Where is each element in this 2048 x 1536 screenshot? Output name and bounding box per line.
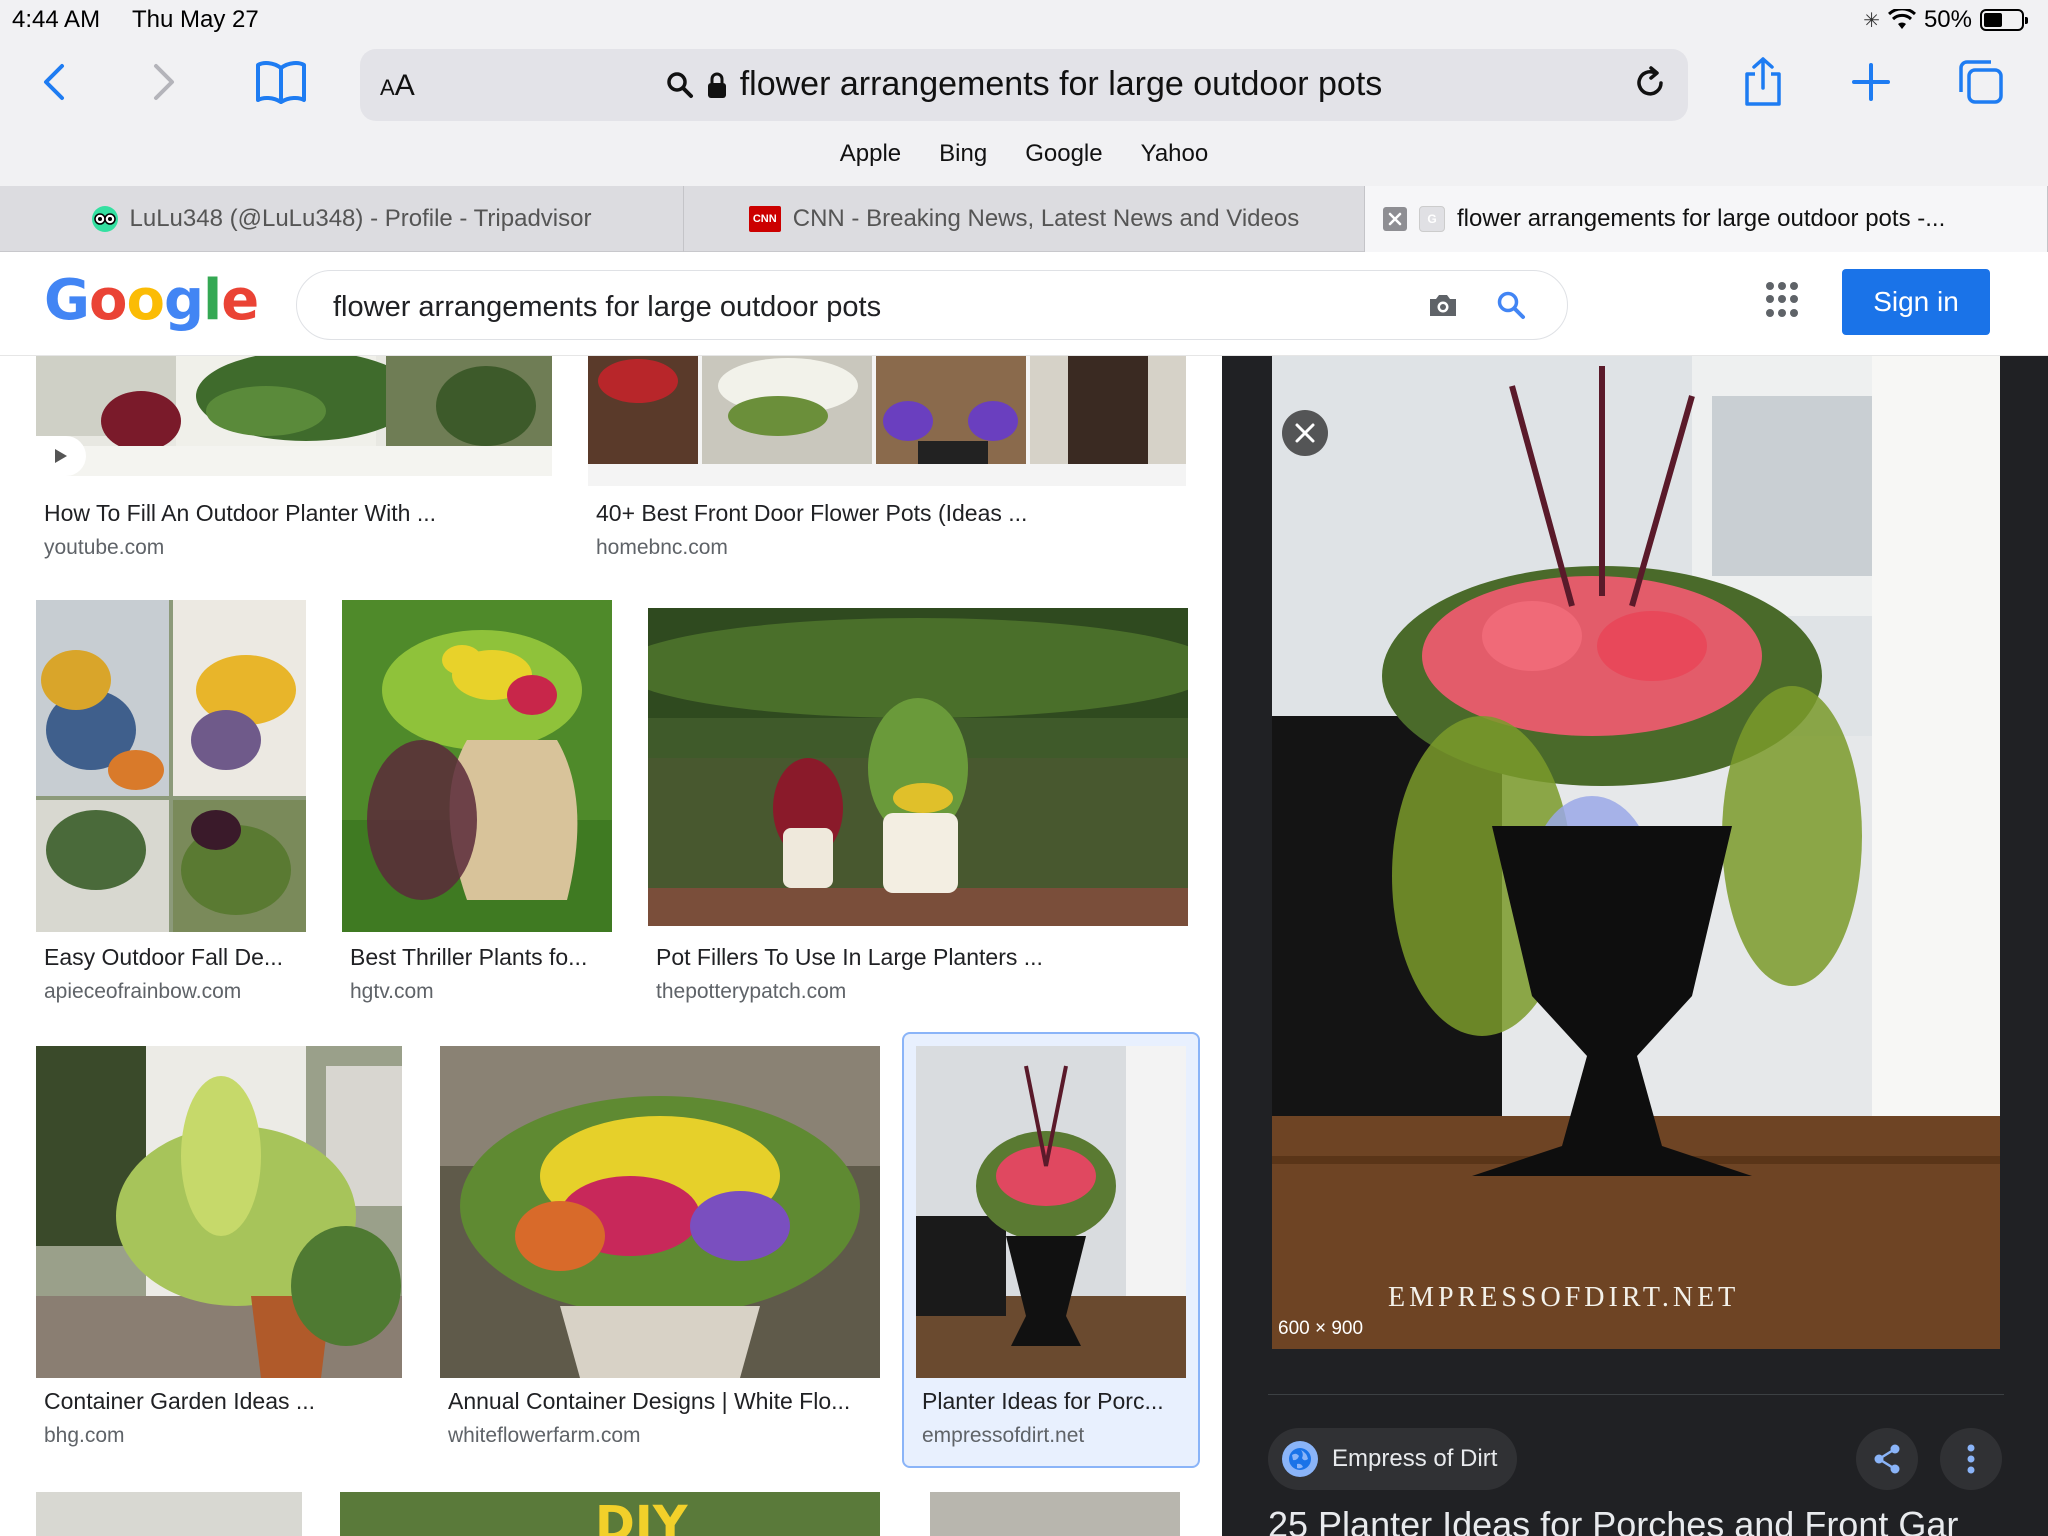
- google-logo-letter: l: [203, 268, 222, 333]
- url-text: flower arrangements for large outdoor po…: [739, 65, 1383, 103]
- result-thumbnail[interactable]: DIY: [340, 1492, 880, 1536]
- divider: [1268, 1394, 2004, 1395]
- search-input[interactable]: flower arrangements for large outdoor po…: [333, 291, 881, 324]
- result-source: empressofdirt.net: [922, 1424, 1085, 1447]
- browser-toolbar: AA flower arrangements for large outdoor…: [0, 40, 2048, 186]
- google-logo-letter: o: [88, 268, 127, 333]
- google-logo-letter: G: [44, 268, 90, 333]
- result-title[interactable]: Planter Ideas for Porc...: [922, 1388, 1164, 1415]
- status-date: Thu May 27: [132, 6, 259, 33]
- result-title[interactable]: Easy Outdoor Fall De...: [44, 944, 283, 971]
- image-results-grid: How To Fill An Outdoor Planter With ... …: [0, 356, 1222, 1536]
- result-title[interactable]: Container Garden Ideas ...: [44, 1388, 315, 1415]
- image-preview-panel: EMPRESSOFDIRT.NET 600 × 900 Empress of D…: [1222, 356, 2048, 1536]
- favorite-bing[interactable]: Bing: [939, 140, 987, 168]
- google-header: Google flower arrangements for large out…: [0, 252, 2048, 356]
- favorite-google[interactable]: Google: [1025, 140, 1102, 168]
- video-play-icon[interactable]: [36, 436, 86, 476]
- result-thumbnail[interactable]: [440, 1046, 880, 1378]
- google-apps-icon[interactable]: [1766, 282, 1802, 318]
- activity-spinner-icon: ✳: [1863, 9, 1880, 32]
- result-source: thepotterypatch.com: [656, 980, 847, 1003]
- result-title[interactable]: Best Thriller Plants fo...: [350, 944, 587, 971]
- image-watermark: EMPRESSOFDIRT.NET: [1388, 1282, 1740, 1313]
- share-icon[interactable]: [1740, 52, 1786, 112]
- result-thumbnail[interactable]: [36, 600, 306, 932]
- cnn-logo-icon: CNN: [748, 206, 781, 232]
- result-thumbnail[interactable]: [916, 1046, 1186, 1378]
- address-bar[interactable]: AA flower arrangements for large outdoor…: [360, 49, 1688, 121]
- result-title[interactable]: Annual Container Designs | White Flo...: [448, 1388, 850, 1415]
- search-icon: [666, 71, 693, 98]
- google-logo[interactable]: Google: [44, 268, 259, 333]
- favorite-yahoo[interactable]: Yahoo: [1141, 140, 1209, 168]
- sign-in-button[interactable]: Sign in: [1842, 269, 1990, 335]
- result-source: apieceofrainbow.com: [44, 980, 242, 1003]
- new-tab-icon[interactable]: [1850, 52, 1892, 112]
- close-preview-icon[interactable]: [1282, 410, 1328, 456]
- image-dimensions: 600 × 900: [1278, 1318, 1364, 1339]
- result-thumbnail[interactable]: [342, 600, 612, 932]
- google-logo-letter: e: [221, 268, 259, 333]
- google-g-icon: G: [1419, 206, 1445, 232]
- result-title[interactable]: Pot Fillers To Use In Large Planters ...: [656, 944, 1043, 971]
- search-icon[interactable]: [1495, 289, 1527, 326]
- tripadvisor-owl-icon: [91, 206, 118, 232]
- status-time: 4:44 AM: [12, 6, 101, 33]
- globe-icon: [1282, 1441, 1318, 1477]
- share-icon[interactable]: [1856, 1428, 1918, 1490]
- result-source: hgtv.com: [350, 980, 434, 1003]
- more-options-icon[interactable]: [1940, 1428, 2002, 1490]
- result-source: whiteflowerfarm.com: [448, 1424, 641, 1447]
- result-title[interactable]: How To Fill An Outdoor Planter With ...: [44, 500, 436, 527]
- result-thumbnail[interactable]: [930, 1492, 1180, 1536]
- tab-google-search[interactable]: G flower arrangements for large outdoor …: [1365, 186, 2048, 252]
- result-source: homebnc.com: [596, 536, 728, 559]
- reload-icon[interactable]: [1630, 63, 1670, 108]
- tab-overview-icon[interactable]: [1956, 52, 2006, 112]
- favorites-bar: Apple Bing Google Yahoo: [0, 140, 2048, 168]
- source-site-chip[interactable]: Empress of Dirt: [1268, 1428, 1518, 1490]
- status-indicators: ✳ 50%: [1863, 6, 2028, 34]
- preview-image[interactable]: EMPRESSOFDIRT.NET 600 × 900: [1272, 356, 2000, 1349]
- battery-icon: [1980, 9, 2028, 31]
- preview-title[interactable]: 25 Planter Ideas for Porches and Front G…: [1268, 1504, 1958, 1536]
- status-bar: 4:44 AM Thu May 27 ✳ 50%: [0, 0, 2048, 40]
- result-source: youtube.com: [44, 536, 165, 559]
- result-thumbnail[interactable]: [36, 356, 552, 476]
- tab-title: LuLu348 (@LuLu348) - Profile - Tripadvis…: [129, 205, 592, 232]
- source-site-name: Empress of Dirt: [1332, 1445, 1498, 1472]
- search-box[interactable]: flower arrangements for large outdoor po…: [296, 270, 1568, 340]
- wifi-icon: [1887, 9, 1916, 29]
- tab-title: CNN - Breaking News, Latest News and Vid…: [792, 205, 1300, 232]
- result-title[interactable]: 40+ Best Front Door Flower Pots (Ideas .…: [596, 500, 1027, 527]
- tab-bar: LuLu348 (@LuLu348) - Profile - Tripadvis…: [0, 186, 2048, 252]
- result-thumbnail[interactable]: [588, 356, 1186, 486]
- bookmarks-icon[interactable]: [254, 52, 308, 112]
- result-thumbnail[interactable]: [648, 608, 1188, 926]
- tab-title: flower arrangements for large outdoor po…: [1457, 205, 1946, 232]
- diy-text: DIY: [595, 1496, 688, 1536]
- result-thumbnail[interactable]: [36, 1046, 402, 1378]
- favorite-apple[interactable]: Apple: [840, 140, 901, 168]
- tab-tripadvisor[interactable]: LuLu348 (@LuLu348) - Profile - Tripadvis…: [0, 186, 684, 252]
- result-source: bhg.com: [44, 1424, 125, 1447]
- google-logo-letter: g: [163, 268, 204, 333]
- lock-icon: [707, 72, 726, 98]
- forward-icon[interactable]: [146, 52, 182, 112]
- battery-percent: 50%: [1923, 6, 1972, 33]
- camera-icon[interactable]: [1427, 291, 1459, 324]
- result-thumbnail[interactable]: [36, 1492, 302, 1536]
- tab-cnn[interactable]: CNN CNN - Breaking News, Latest News and…: [684, 186, 1365, 252]
- close-tab-icon[interactable]: [1383, 207, 1407, 231]
- back-icon[interactable]: [36, 52, 72, 112]
- google-logo-letter: o: [126, 268, 164, 333]
